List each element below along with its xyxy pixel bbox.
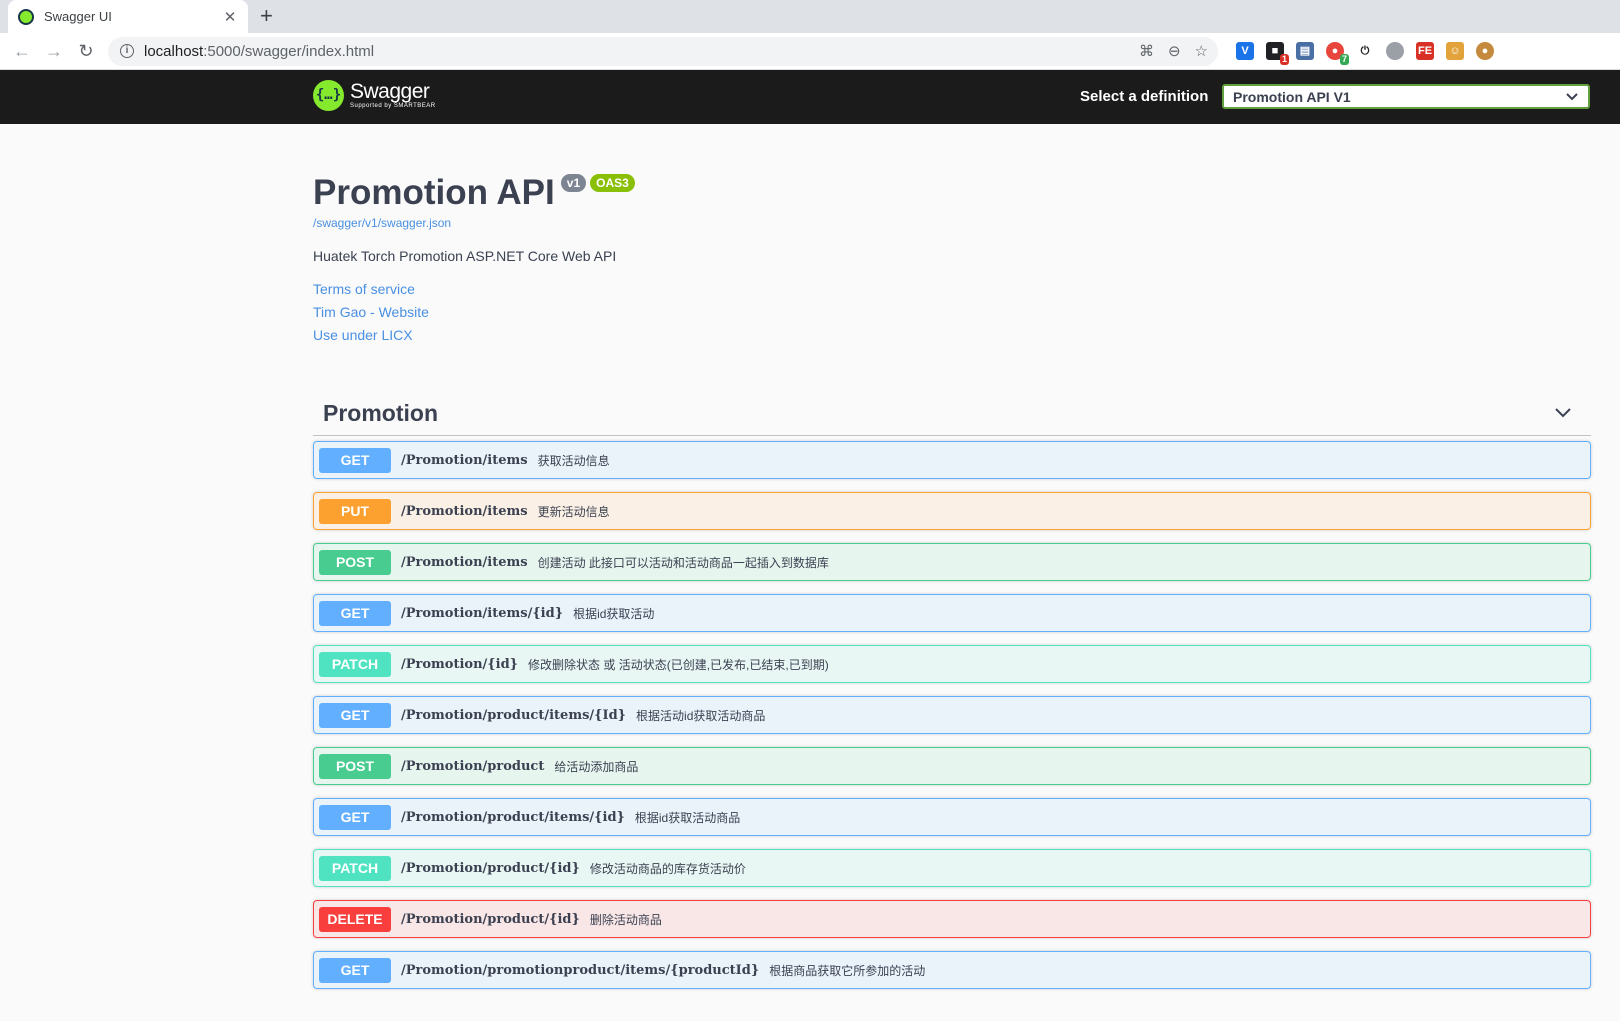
definition-value: Promotion API V1 [1233, 88, 1351, 105]
operation-path: /Promotion/product/{id} [401, 860, 580, 876]
extension-v-icon[interactable]: V [1236, 42, 1254, 60]
api-info: Promotion API v1 OAS3 /swagger/v1/swagge… [313, 171, 1593, 347]
info-links: Terms of service Tim Gao - Website Use u… [313, 278, 1593, 347]
operation-put[interactable]: PUT/Promotion/items 更新活动信息 [313, 492, 1591, 530]
swagger-logo-icon: {…} [313, 80, 344, 111]
operation-path: /Promotion/items [401, 452, 528, 468]
zoom-icon[interactable]: ⊖ [1168, 42, 1181, 60]
tag-section-header[interactable]: Promotion [313, 392, 1591, 436]
operation-summary: 删除活动商品 [589, 912, 662, 927]
new-tab-icon[interactable]: + [260, 4, 273, 28]
operation-summary: 修改删除状态 或 活动状态(已创建,已发布,已结束,已到期) [528, 657, 829, 672]
operation-path: /Promotion/product/{id} [401, 911, 580, 927]
operation-path: /Promotion/items [401, 503, 528, 519]
method-badge: GET [319, 957, 391, 983]
operation-summary: 根据id获取活动 [573, 606, 655, 621]
version-badge: v1 [560, 174, 587, 192]
back-arrow-icon[interactable]: ← [6, 41, 38, 62]
operation-patch[interactable]: PATCH/Promotion/product/{id} 修改活动商品的库存货活动… [313, 849, 1591, 887]
operation-path: /Promotion/{id} [401, 656, 519, 672]
operation-get[interactable]: GET/Promotion/items/{id} 根据id获取活动 [313, 594, 1591, 632]
extension-badge-icon[interactable]: ■ 1 [1266, 42, 1289, 65]
operation-path: /Promotion/items/{id} [401, 605, 564, 621]
swagger-logo[interactable]: {…} Swagger Supported by SMARTBEAR [313, 80, 436, 111]
operation-patch[interactable]: PATCH/Promotion/{id} 修改删除状态 或 活动状态(已创建,已发… [313, 645, 1591, 683]
method-badge: PUT [319, 498, 391, 524]
method-badge: DELETE [319, 906, 391, 932]
tab-title: Swagger UI [44, 9, 112, 24]
extension-red-icon[interactable]: ● 7 [1326, 42, 1349, 65]
browser-tab[interactable]: Swagger UI ✕ [8, 0, 248, 33]
operation-summary: 根据活动id获取活动商品 [636, 708, 766, 723]
method-badge: GET [319, 447, 391, 473]
license-link[interactable]: Use under LICX [313, 324, 1593, 347]
browser-tab-strip: Swagger UI ✕ + [0, 0, 1620, 33]
operation-path: /Promotion/items [401, 554, 528, 570]
operation-path: /Promotion/product/items/{id} [401, 809, 625, 825]
operations-list: GET/Promotion/items 获取活动信息 PUT/Promotion/i… [313, 441, 1591, 1002]
terms-link[interactable]: Terms of service [313, 278, 1593, 301]
method-badge: PATCH [319, 855, 391, 881]
definition-select[interactable]: Promotion API V1 [1222, 84, 1590, 109]
url-text: localhost:5000/swagger/index.html [144, 42, 375, 60]
operation-summary: 修改活动商品的库存货活动价 [589, 861, 746, 876]
extension-badge-count: 1 [1279, 54, 1289, 65]
operation-get[interactable]: GET/Promotion/product/items/{id} 根据id获取活动… [313, 798, 1591, 836]
api-description: Huatek Torch Promotion ASP.NET Core Web … [313, 248, 617, 264]
extension-badge-count-2: 7 [1339, 54, 1349, 65]
method-badge: GET [319, 804, 391, 830]
operation-summary: 根据商品获取它所参加的活动 [769, 963, 926, 978]
bookmark-star-icon[interactable]: ☆ [1195, 42, 1208, 60]
api-title: Promotion API [313, 173, 555, 212]
definition-label: Select a definition [1080, 88, 1209, 105]
spec-url-link[interactable]: /swagger/v1/swagger.json [313, 216, 1593, 230]
extension-window-icon[interactable]: ▤ [1296, 42, 1314, 60]
operation-path: /Promotion/product [401, 758, 545, 774]
extension-face-icon[interactable]: ☺ [1446, 42, 1464, 60]
swagger-topbar: {…} Swagger Supported by SMARTBEAR Selec… [0, 70, 1620, 124]
operation-summary: 根据id获取活动商品 [634, 810, 741, 825]
operation-summary: 更新活动信息 [537, 504, 610, 519]
brand-sub: Supported by SMARTBEAR [350, 102, 436, 109]
extension-circle-icon[interactable] [1386, 42, 1404, 60]
forward-arrow-icon[interactable]: → [38, 41, 70, 62]
swagger-favicon-icon [18, 8, 34, 25]
chevron-down-icon [1566, 90, 1578, 104]
contact-link[interactable]: Tim Gao - Website [313, 301, 1593, 324]
method-badge: GET [319, 600, 391, 626]
tag-name: Promotion [323, 400, 438, 426]
operation-post[interactable]: POST/Promotion/items 创建活动 此接口可以活动和活动商品一起插… [313, 543, 1591, 581]
address-bar[interactable]: i localhost:5000/swagger/index.html ⌘ ⊖ … [108, 36, 1218, 66]
operation-get[interactable]: GET/Promotion/promotionproduct/items/{pr… [313, 951, 1591, 989]
operation-path: /Promotion/product/items/{Id} [401, 707, 627, 723]
operation-summary: 给活动添加商品 [554, 759, 639, 774]
close-tab-icon[interactable]: ✕ [222, 8, 238, 26]
operation-summary: 获取活动信息 [537, 453, 610, 468]
operation-get[interactable]: GET/Promotion/items 获取活动信息 [313, 441, 1591, 479]
operation-post[interactable]: POST/Promotion/product 给活动添加商品 [313, 747, 1591, 785]
power-icon[interactable]: ⏻ [1356, 42, 1374, 60]
operation-path: /Promotion/promotionproduct/items/{produ… [401, 962, 760, 978]
method-badge: POST [319, 549, 391, 575]
brand-name: Swagger [350, 79, 430, 103]
operation-summary: 创建活动 此接口可以活动和活动商品一起插入到数据库 [537, 555, 829, 570]
operation-delete[interactable]: DELETE/Promotion/product/{id} 删除活动商品 [313, 900, 1591, 938]
method-badge: GET [319, 702, 391, 728]
method-badge: POST [319, 753, 391, 779]
extension-fe-icon[interactable]: FE [1416, 42, 1434, 60]
collapse-chevron-icon[interactable] [1555, 405, 1571, 423]
method-badge: PATCH [319, 651, 391, 677]
operation-get[interactable]: GET/Promotion/product/items/{Id} 根据活动id获取… [313, 696, 1591, 734]
reload-icon[interactable]: ↻ [70, 41, 102, 62]
extensions-area: V ■ 1 ▤ ● 7 ⏻ FE ☺ ● [1236, 42, 1494, 65]
oas-badge: OAS3 [590, 174, 635, 192]
browser-toolbar: ← → ↻ i localhost:5000/swagger/index.htm… [0, 33, 1620, 70]
extension-cookie-icon[interactable]: ● [1476, 42, 1494, 60]
translate-icon[interactable]: ⌘ [1139, 42, 1154, 60]
site-info-icon[interactable]: i [120, 44, 134, 58]
